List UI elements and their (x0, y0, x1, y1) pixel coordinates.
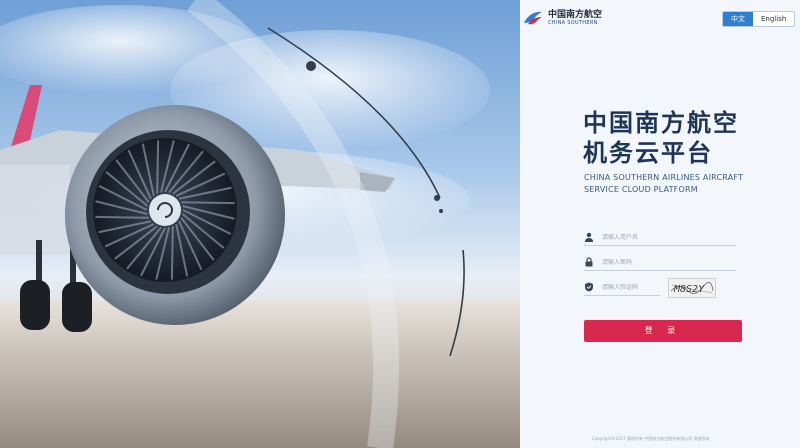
footer-copyright: Copyright©2017 版权所有 中国南方航空股份有限公司 保留所有 (592, 436, 710, 441)
user-icon (585, 232, 593, 242)
brand-name-en: CHINA SOUTHERN (548, 19, 598, 26)
password-field (584, 254, 736, 271)
username-input[interactable] (602, 233, 732, 241)
login-panel: 中国南方航空 CHINA SOUTHERN 中文 English 中国南方航空 … (0, 0, 800, 448)
title-line-1: 中国南方航空 (583, 109, 739, 137)
lock-icon (585, 257, 593, 267)
language-switch: 中文 English (722, 11, 796, 27)
captcha-image[interactable]: M8S2Y (668, 278, 716, 298)
brand-logo: 中国南方航空 CHINA SOUTHERN (522, 9, 602, 27)
page-subtitle: CHINA SOUTHERN AIRLINES AIRCRAFT SERVICE… (584, 172, 743, 196)
captcha-text: M8S2Y (673, 284, 705, 295)
kapok-logo-icon (524, 11, 542, 25)
lang-english-button[interactable]: English (753, 12, 795, 26)
captcha-input[interactable] (602, 283, 658, 291)
title-line-2: 机务云平台 (583, 139, 713, 167)
username-field (584, 229, 736, 246)
password-input[interactable] (602, 258, 732, 266)
subtitle-line-2: SERVICE CLOUD PLATFORM (584, 185, 698, 194)
page-title: 中国南方航空 机务云平台 (583, 108, 739, 168)
lang-chinese-button[interactable]: 中文 (723, 12, 753, 26)
shield-icon (585, 282, 593, 292)
captcha-field (584, 279, 660, 296)
login-button[interactable]: 登 录 (584, 320, 742, 342)
brand-name-cn: 中国南方航空 (548, 9, 603, 20)
subtitle-line-1: CHINA SOUTHERN AIRLINES AIRCRAFT (584, 173, 744, 182)
